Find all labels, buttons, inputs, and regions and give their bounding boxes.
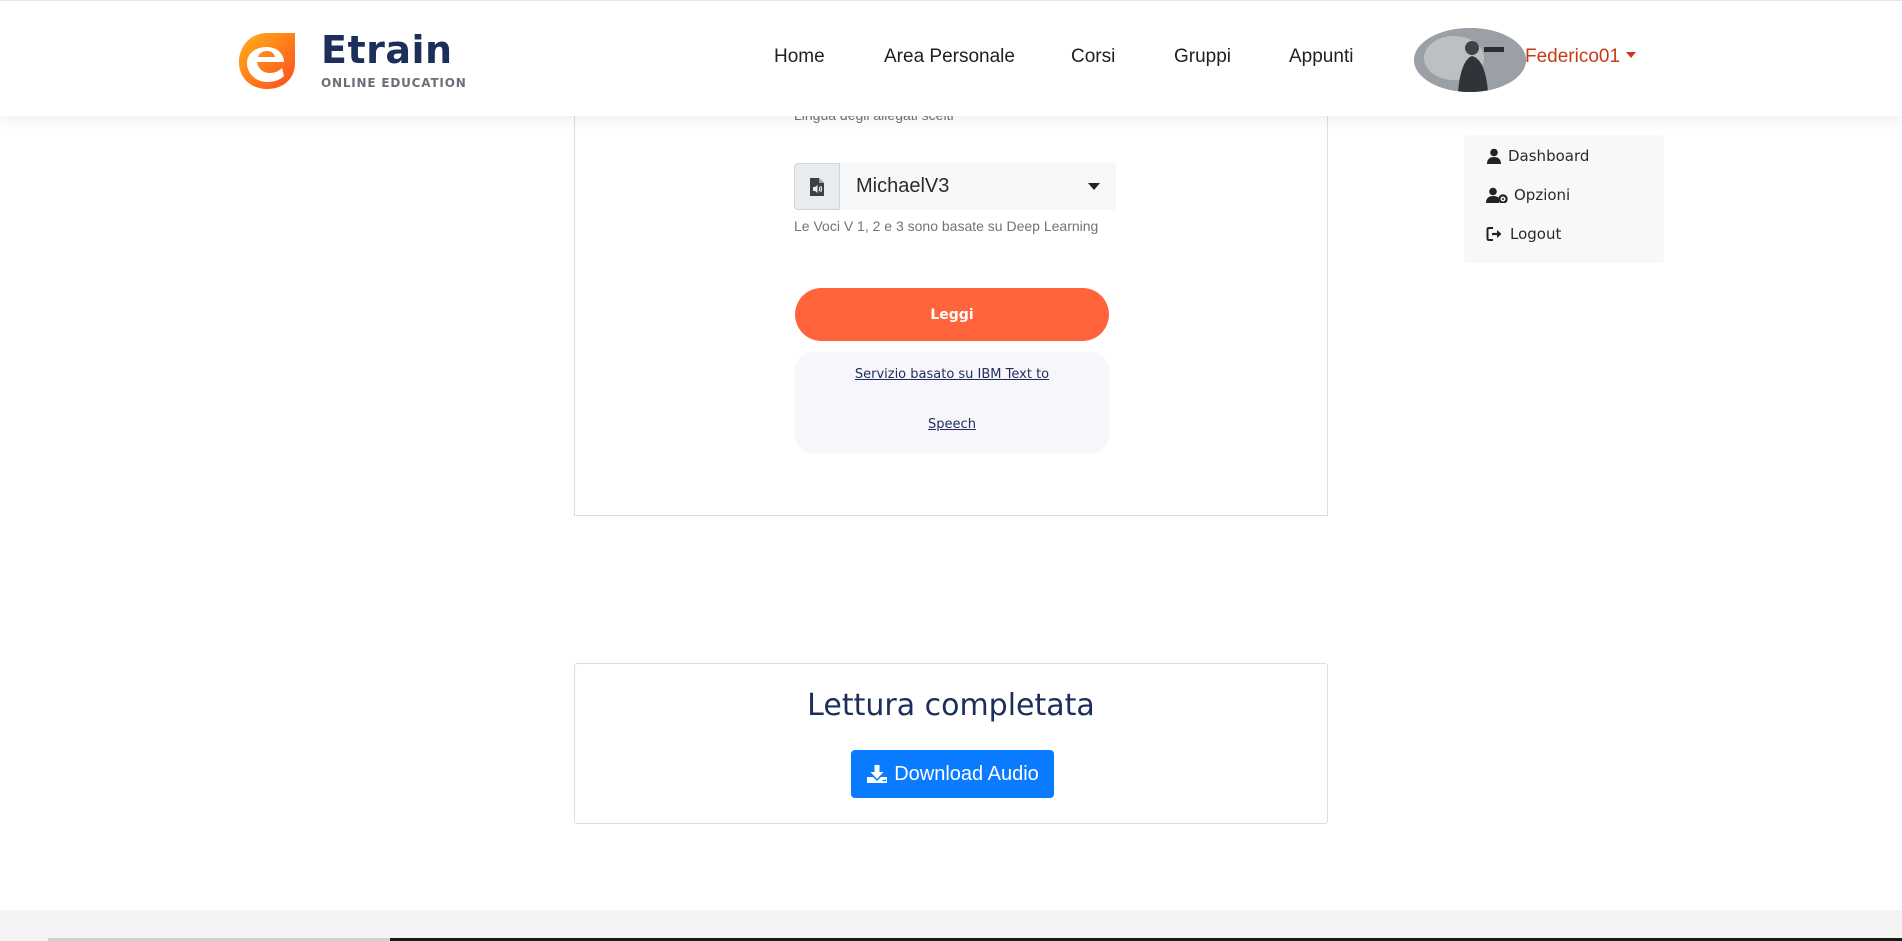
username: Federico01 [1525, 46, 1621, 67]
user-cog-icon [1486, 187, 1508, 203]
top-navbar: Etrain ONLINE EDUCATION Home Area Person… [0, 0, 1902, 116]
menu-item-label: Logout [1510, 225, 1562, 243]
user-icon [1487, 148, 1501, 164]
voice-select[interactable]: MichaelV3 [840, 163, 1116, 210]
ibm-service-link-continued[interactable]: Speech [795, 417, 1109, 432]
menu-item-dashboard[interactable]: Dashboard [1486, 147, 1589, 165]
footer [0, 910, 1902, 941]
download-icon [867, 765, 888, 783]
file-audio-icon [810, 177, 824, 196]
avatar-photo-icon [1414, 28, 1526, 92]
nav-appunti[interactable]: Appunti [1289, 46, 1353, 68]
menu-item-label: Opzioni [1514, 186, 1571, 204]
menu-item-label: Dashboard [1508, 147, 1590, 165]
chevron-down-icon [1626, 52, 1637, 59]
sign-out-icon [1486, 227, 1502, 241]
brand-name: Etrain [321, 28, 453, 72]
nav-area-personale[interactable]: Area Personale [884, 46, 1015, 68]
download-button-label: Download Audio [894, 762, 1039, 785]
voice-hint: Le Voci V 1, 2 e 3 sono basate su Deep L… [794, 218, 1099, 234]
result-card: Lettura completata Download Audio [574, 663, 1328, 824]
user-dropdown-menu: Dashboard Opzioni Logout [1464, 135, 1664, 263]
nav-home[interactable]: Home [774, 46, 825, 68]
avatar[interactable] [1414, 28, 1526, 92]
ibm-service-link[interactable]: Servizio basato su IBM Text to [795, 367, 1109, 382]
user-menu-toggle[interactable]: Federico01 [1525, 46, 1637, 68]
brand-logo[interactable]: Etrain ONLINE EDUCATION [237, 28, 467, 92]
voice-select-group: MichaelV3 [794, 163, 1116, 210]
result-title: Lettura completata [807, 688, 1095, 723]
service-info-box: Servizio basato su IBM Text to Speech [795, 352, 1109, 453]
menu-item-opzioni[interactable]: Opzioni [1486, 186, 1570, 204]
nav-corsi[interactable]: Corsi [1071, 46, 1115, 68]
brand-tagline: ONLINE EDUCATION [321, 76, 467, 90]
download-audio-button[interactable]: Download Audio [851, 750, 1054, 798]
etrain-logo-icon [239, 33, 295, 89]
voice-selected-value: MichaelV3 [856, 175, 950, 197]
read-button[interactable]: Leggi [795, 288, 1109, 341]
voice-addon [794, 163, 840, 210]
caret-down-icon [1088, 183, 1100, 190]
menu-item-logout[interactable]: Logout [1486, 225, 1561, 243]
nav-gruppi[interactable]: Gruppi [1174, 46, 1231, 68]
